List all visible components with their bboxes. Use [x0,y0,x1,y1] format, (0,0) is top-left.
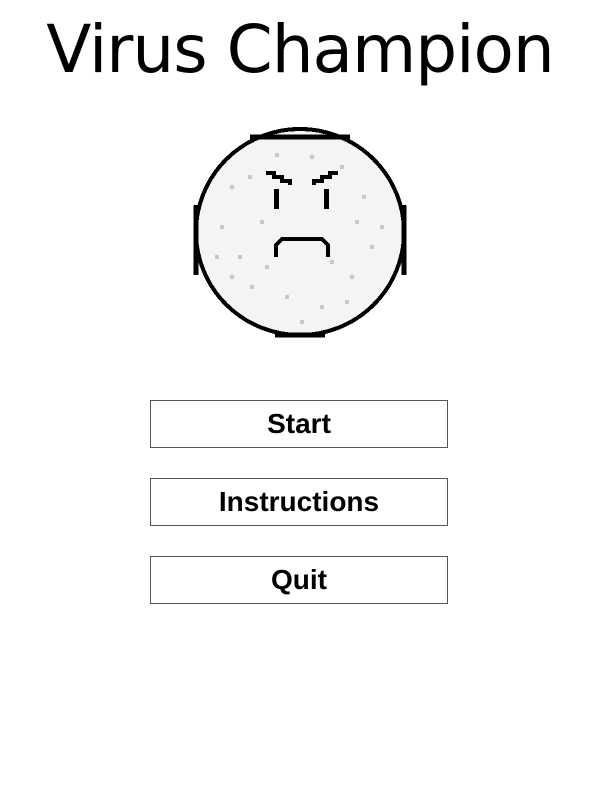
quit-button[interactable]: Quit [150,556,448,604]
instructions-button[interactable]: Instructions [150,478,448,526]
right-eye [324,189,329,209]
left-eye [274,189,279,209]
virus-body [194,127,406,337]
start-button[interactable]: Start [150,400,448,448]
angry-virus-face-icon [193,127,407,338]
game-title: Virus Champion [46,11,554,88]
